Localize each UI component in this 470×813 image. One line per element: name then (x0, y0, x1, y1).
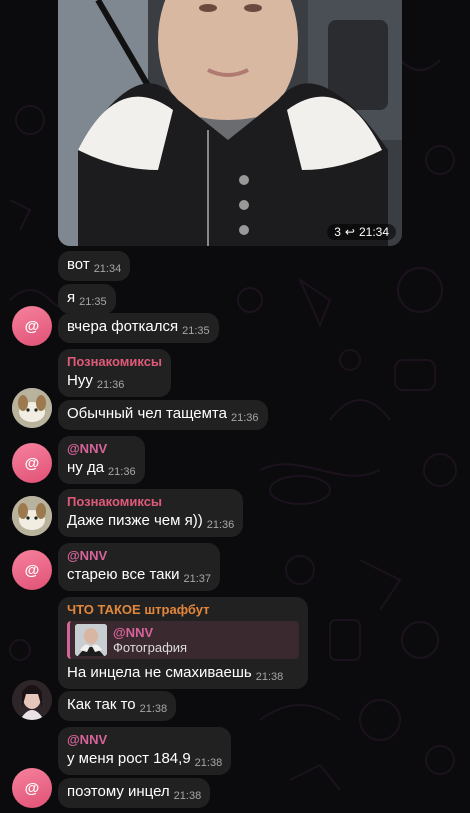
message-text: я (67, 289, 76, 306)
message-time: 21:36 (230, 412, 259, 424)
message-bubble[interactable]: @NNV ну да 21:36 (58, 436, 145, 484)
avatar[interactable] (12, 680, 52, 720)
avatar[interactable] (12, 388, 52, 428)
message-time: 21:38 (173, 790, 202, 802)
message-time: 21:36 (96, 379, 125, 391)
sender-name[interactable]: @NNV (67, 441, 136, 457)
message-text: у меня рост 184,9 (67, 750, 191, 767)
avatar[interactable]: @ (12, 550, 52, 590)
sender-name[interactable]: @NNV (67, 732, 222, 748)
avatar[interactable] (12, 496, 52, 536)
message-time: 21:37 (183, 573, 211, 585)
message-bubble[interactable]: Как так то 21:38 (58, 691, 177, 721)
photo-message[interactable]: 3 ↩ 21:34 (58, 0, 402, 246)
dog-avatar-image (12, 388, 52, 428)
message-bubble[interactable]: вот 21:34 (58, 251, 131, 281)
reply-text: Фотография (113, 639, 188, 655)
replies-count: 3 (334, 225, 341, 239)
reply-arrow-icon: ↩ (344, 225, 355, 239)
message-text: Как так то (67, 696, 136, 713)
sender-name[interactable]: Познакомиксы (67, 354, 162, 370)
message-text: ну да (67, 459, 105, 476)
message-text: Нуу (67, 372, 93, 389)
reply-sender: @NNV (113, 624, 154, 640)
message-text: На инцела не смахиваешь (67, 664, 252, 681)
message-bubble[interactable]: Познакомиксы Нуу 21:36 (58, 349, 172, 397)
message-bubble[interactable]: вчера фоткался 21:35 (58, 313, 219, 343)
sender-name[interactable]: ЧТО ТАКОЕ штрафбут (67, 602, 299, 618)
avatar[interactable]: @ (12, 443, 52, 483)
avatar[interactable]: @ (12, 768, 52, 808)
message-text: Обычный чел тащемта (67, 405, 227, 422)
reply-thumbnail (75, 624, 107, 656)
message-bubble[interactable]: поэтому инцел 21:38 (58, 778, 211, 808)
message-bubble[interactable]: @NNV старею все таки 21:37 (58, 543, 220, 591)
sender-name[interactable]: @NNV (67, 548, 211, 564)
message-bubble[interactable]: я 21:35 (58, 284, 116, 314)
message-text: старею все таки (67, 566, 180, 583)
message-time: 21:34 (358, 225, 389, 239)
girl-avatar-image (12, 680, 52, 720)
selfie-photo (58, 0, 402, 246)
message-text: вчера фоткался (67, 318, 179, 335)
message-time: 21:36 (206, 519, 235, 531)
message-bubble[interactable]: Обычный чел тащемта 21:36 (58, 400, 268, 430)
message-time: 21:35 (79, 296, 107, 308)
message-time: 21:38 (194, 757, 223, 769)
message-time: 21:36 (108, 466, 136, 478)
dog-avatar-image (12, 496, 52, 536)
reply-quote[interactable]: @NNV Фотография (67, 621, 299, 659)
photo-meta: 3 ↩ 21:34 (327, 224, 396, 240)
message-bubble[interactable]: @NNV у меня рост 184,9 21:38 (58, 727, 232, 775)
message-bubble[interactable]: ЧТО ТАКОЕ штрафбут @NNV Фотография На ин… (58, 597, 308, 689)
message-bubble[interactable]: Познакомиксы Даже пизже чем я)) 21:36 (58, 489, 244, 537)
message-text: Даже пизже чем я)) (67, 512, 203, 529)
sender-name[interactable]: Познакомиксы (67, 494, 234, 510)
message-time: 21:38 (255, 671, 284, 683)
message-time: 21:34 (93, 263, 122, 275)
avatar[interactable]: @ (12, 306, 52, 346)
message-time: 21:38 (139, 703, 168, 715)
message-text: вот (67, 256, 90, 273)
message-text: поэтому инцел (67, 783, 170, 800)
message-time: 21:35 (182, 325, 210, 337)
